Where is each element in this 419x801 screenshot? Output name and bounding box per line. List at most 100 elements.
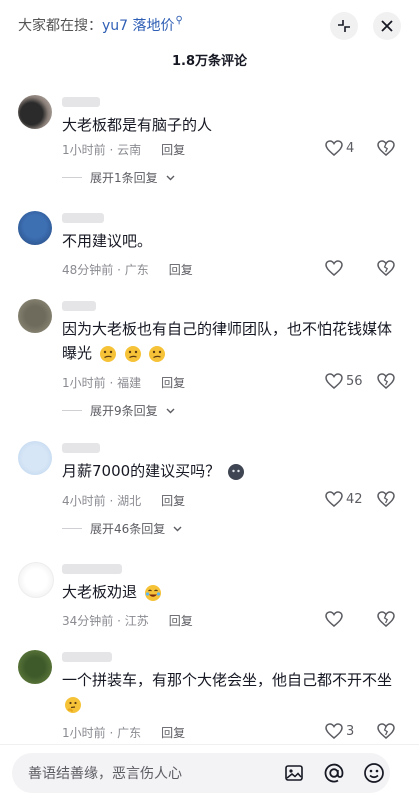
chevron-down-icon: [166, 408, 175, 413]
username-blurred[interactable]: [62, 97, 100, 107]
like-button[interactable]: 56: [325, 373, 363, 389]
like-button[interactable]: 3: [325, 723, 354, 739]
broken-heart-icon: [377, 723, 395, 739]
close-icon: [381, 20, 393, 32]
comment-text-body: 大老板劝退: [62, 583, 138, 601]
chevron-down-icon: [173, 526, 182, 531]
comment-text: 大老板劝退: [62, 580, 402, 604]
comment-text: 因为大老板也有自己的律师团队，也不怕花钱媒体曝光: [62, 317, 402, 365]
expand-replies-button[interactable]: 展开46条回复: [62, 520, 182, 537]
heart-icon: [325, 723, 343, 739]
broken-heart-icon: [377, 611, 395, 627]
expand-replies-label: 展开46条回复: [90, 522, 166, 536]
avatar[interactable]: [18, 95, 52, 129]
like-count: 42: [346, 491, 363, 507]
avatar[interactable]: [18, 562, 54, 598]
like-button[interactable]: 4: [325, 140, 354, 156]
crying-laughing-emoji-icon: [144, 584, 161, 601]
heart-icon: [325, 491, 343, 507]
comment-meta: 48分钟前 · 广东 回复: [62, 261, 193, 278]
like-count: 56: [346, 373, 363, 389]
image-icon: [285, 765, 303, 781]
dislike-button[interactable]: [377, 140, 395, 160]
username-blurred[interactable]: [62, 443, 100, 453]
comment-meta: 1小时前 · 云南 回复: [62, 141, 185, 158]
username-blurred[interactable]: [62, 301, 96, 311]
comment-time-location: 34分钟前 · 江苏: [62, 614, 149, 628]
expand-replies-button[interactable]: 展开1条回复: [62, 169, 175, 186]
divider-line: [62, 528, 82, 529]
comment-text: 大老板都是有脑子的人: [62, 116, 213, 134]
expand-replies-button[interactable]: 展开9条回复: [62, 402, 175, 419]
dislike-button[interactable]: [377, 491, 395, 511]
dislike-button[interactable]: [377, 260, 395, 280]
thinking-emoji-icon: [124, 345, 141, 362]
comment-time-location: 1小时前 · 广东: [62, 726, 142, 740]
like-count: 3: [346, 723, 355, 739]
avatar[interactable]: [18, 299, 52, 333]
comment-text: 月薪7000的建议买吗？: [62, 459, 402, 483]
divider-line: [62, 177, 82, 178]
broken-heart-icon: [377, 140, 395, 156]
comment-time-location: 1小时前 · 云南: [62, 143, 142, 157]
comment-text: 不用建议吧。: [62, 232, 153, 250]
search-prefix: 大家都在搜：: [18, 18, 102, 34]
search-suggestion[interactable]: 大家都在搜：yu7 落地价⚲: [18, 15, 183, 35]
top-bar: 大家都在搜：yu7 落地价⚲ 1.8万条评论: [0, 0, 419, 69]
emoji-icon: [364, 763, 384, 783]
heart-icon: [325, 373, 343, 389]
comment-time-location: 1小时前 · 福建: [62, 376, 142, 390]
broken-heart-icon: [377, 260, 395, 276]
image-button[interactable]: [283, 762, 305, 784]
dislike-button[interactable]: [377, 373, 395, 393]
avatar[interactable]: [18, 650, 52, 684]
avatar[interactable]: [18, 441, 52, 475]
thinking-face-emoji-icon: [65, 696, 81, 713]
mention-button[interactable]: [323, 762, 345, 784]
comment-meta: 34分钟前 · 江苏 回复: [62, 612, 193, 629]
close-button[interactable]: [373, 12, 401, 40]
like-button[interactable]: [325, 611, 346, 627]
comment-meta: 1小时前 · 福建 回复: [62, 374, 185, 391]
reply-button[interactable]: 回复: [161, 492, 185, 509]
reply-button[interactable]: 回复: [169, 261, 193, 278]
thinking-emoji-icon: [149, 345, 166, 362]
comment-input-container[interactable]: [12, 753, 390, 795]
expand-replies-label: 展开1条回复: [90, 171, 158, 185]
reply-button[interactable]: 回复: [161, 141, 185, 158]
collapse-button[interactable]: [330, 12, 358, 40]
username-blurred[interactable]: [62, 564, 122, 574]
heart-icon: [325, 260, 343, 276]
comment-input-bar: [0, 744, 419, 801]
comment-input[interactable]: [26, 753, 270, 795]
expand-replies-label: 展开9条回复: [90, 404, 158, 418]
reply-button[interactable]: 回复: [161, 374, 185, 391]
broken-heart-icon: [377, 491, 395, 507]
dark-face-emoji-icon: [227, 463, 244, 480]
chevron-down-icon: [166, 175, 175, 180]
username-blurred[interactable]: [62, 652, 112, 662]
like-count: 4: [346, 140, 355, 156]
username-blurred[interactable]: [62, 213, 104, 223]
reply-button[interactable]: 回复: [161, 724, 185, 741]
like-button[interactable]: 42: [325, 491, 363, 507]
thinking-emoji-icon: [99, 345, 116, 362]
reply-button[interactable]: 回复: [169, 612, 193, 629]
divider-line: [62, 410, 82, 411]
search-keyword[interactable]: yu7 落地价: [102, 18, 175, 34]
comment-meta: 4小时前 · 湖北 回复: [62, 492, 185, 509]
comment-time-location: 48分钟前 · 广东: [62, 263, 149, 277]
broken-heart-icon: [377, 373, 395, 389]
comment-meta: 1小时前 · 广东 回复: [62, 724, 185, 741]
like-button[interactable]: [325, 260, 346, 276]
at-icon: [324, 763, 344, 783]
comment-text: 一个拼装车，有那个大佬会坐，他自己都不开不坐: [62, 668, 402, 716]
comment-time-location: 4小时前 · 湖北: [62, 494, 142, 508]
comment-text-body: 月薪7000的建议买吗？: [62, 462, 221, 480]
heart-icon: [325, 140, 343, 156]
dislike-button[interactable]: [377, 723, 395, 743]
emoji-button[interactable]: [363, 762, 385, 784]
dislike-button[interactable]: [377, 611, 395, 631]
avatar[interactable]: [18, 211, 52, 245]
comment-text-body: 一个拼装车，有那个大佬会坐，他自己都不开不坐: [62, 671, 393, 689]
